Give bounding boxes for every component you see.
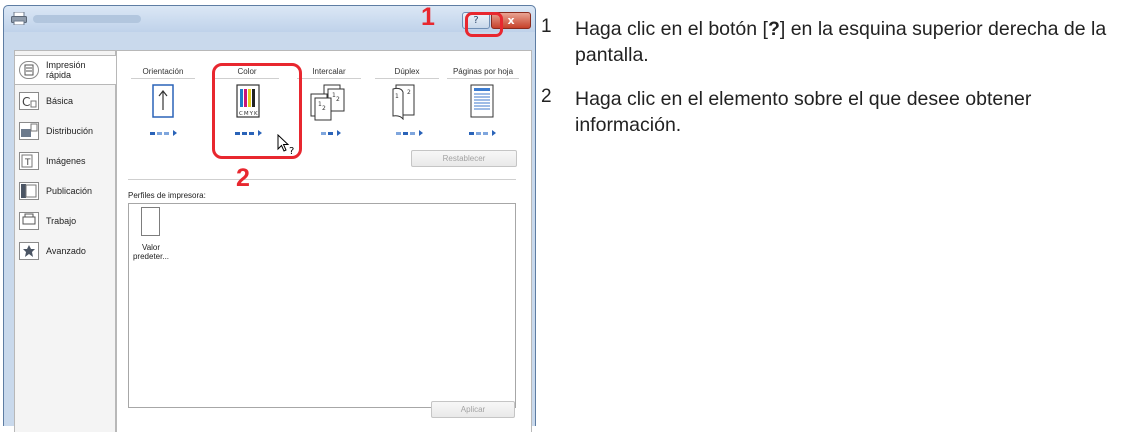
divider [131,78,195,79]
step-text: Haga clic en el elemento sobre el que de… [575,88,1032,136]
advanced-icon [19,242,39,260]
duplex-label: Dúplex [394,67,420,76]
publishing-icon [19,182,39,200]
images-icon: T [19,152,39,170]
callout-number-2: 2 [236,164,250,192]
portrait-orientation-icon[interactable] [152,84,174,118]
sidebar-item-label: Trabajo [46,216,77,226]
orientation-label: Orientación [142,67,184,76]
collate-label: Intercalar [312,67,346,76]
sidebar-item-label: Avanzado [46,246,86,256]
svg-text:2: 2 [407,89,411,96]
sidebar-item-quick-print[interactable]: Impresión rápida [15,55,118,85]
title-bar: ? x [4,6,535,32]
sidebar-item-images[interactable]: T Imágenes [15,146,117,176]
pages-per-sheet-label: Páginas por hoja [452,67,514,76]
divider [375,78,439,79]
instruction-step-1: 1 Haga clic en el botón [?] en la esquin… [541,16,1136,68]
duplex-icon[interactable]: 1 2 [391,84,417,120]
profile-name[interactable]: Valor predeter... [129,243,173,261]
help-button-highlight-annotation [465,12,503,37]
sidebar-item-layout[interactable]: Distribución [15,116,117,146]
window-title-blurred [33,15,141,23]
collate-icon[interactable]: 1 2 1 2 [310,84,346,122]
orientation-option-indicator [150,130,177,136]
svg-text:C: C [22,95,30,109]
sidebar: Impresión rápida C Básica Distribución T… [14,50,118,432]
svg-text:2: 2 [322,105,326,112]
basic-icon: C [19,92,39,110]
step-text: Haga clic en el botón [?] en la esquina … [575,16,1136,68]
sidebar-item-label: Distribución [46,126,94,136]
sidebar-item-publishing[interactable]: Publicación [15,176,117,206]
instruction-step-2: 2 Haga clic en el elemento sobre el que … [541,86,1136,138]
printer-profiles-label: Perfiles de impresora: [128,191,206,200]
sidebar-item-job[interactable]: Trabajo [15,206,117,236]
help-symbol: ? [767,18,780,40]
step-number: 1 [541,16,552,37]
pages-per-sheet-option-indicator [469,130,496,136]
apply-button[interactable]: Aplicar [431,401,515,418]
sidebar-item-label: Básica [46,96,74,106]
job-icon [19,212,39,230]
step-number: 2 [541,86,552,107]
step-text-part: Haga clic en el botón [ [575,18,768,40]
sidebar-item-label: Impresión rápida [46,60,86,80]
sidebar-item-advanced[interactable]: Avanzado [15,236,117,266]
callout-number-1: 1 [421,3,435,31]
default-profile-page-icon[interactable] [141,207,160,236]
sidebar-item-label: Publicación [46,186,93,196]
duplex-option-indicator [396,130,423,136]
quick-print-panel: Orientación Color Intercalar Dúplex Pági… [116,50,532,432]
svg-text:2: 2 [336,96,340,103]
layout-icon [19,122,39,140]
divider [447,78,519,79]
reset-button[interactable]: Restablecer [411,150,517,167]
sidebar-item-basic[interactable]: C Básica [15,86,117,116]
svg-text:T: T [24,158,31,168]
sidebar-item-label: Imágenes [46,156,86,166]
help-cursor-icon: ? [277,134,294,156]
svg-text:1: 1 [395,93,399,100]
section-divider [128,179,516,180]
printer-app-icon [11,12,27,25]
printer-settings-window: ? x Impresión rápida C Básica Distribuci… [3,5,536,432]
printer-profiles-list[interactable]: Valor predeter... [128,203,516,408]
pages-per-sheet-icon[interactable] [470,84,494,118]
quick-print-icon [19,61,39,79]
collate-option-indicator [321,130,341,136]
divider [297,78,361,79]
svg-text:?: ? [289,146,294,156]
instructions: 1 Haga clic en el botón [?] en la esquin… [541,16,1136,156]
